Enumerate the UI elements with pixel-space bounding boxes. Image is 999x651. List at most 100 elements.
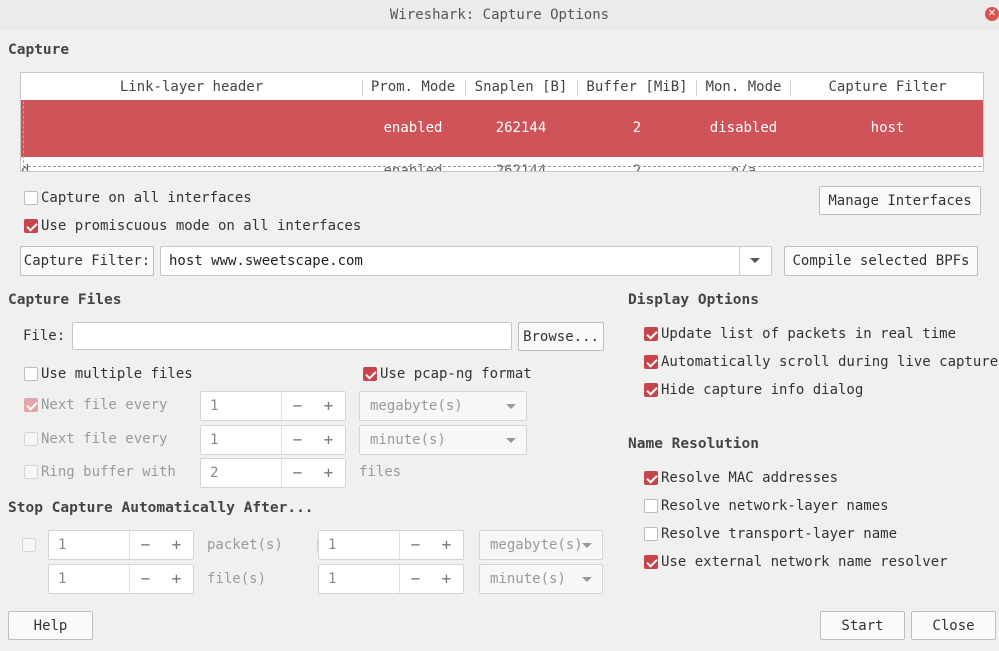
checkbox-box[interactable] bbox=[363, 367, 377, 381]
spinbox-value[interactable]: 1 bbox=[201, 392, 282, 420]
next-file-time-unit-select[interactable]: minute(s) bbox=[359, 425, 527, 455]
capture-filter-button[interactable]: Capture Filter: bbox=[20, 246, 154, 276]
minus-icon[interactable]: − bbox=[282, 392, 313, 420]
stop-packets-spinbox[interactable]: 1 − + bbox=[48, 530, 194, 560]
hide-capture-info-label: Hide capture info dialog bbox=[661, 382, 864, 398]
resolve-transport-checkbox[interactable]: Resolve transport-layer name bbox=[644, 526, 897, 542]
pcapng-format-label: Use pcap-ng format bbox=[380, 366, 532, 382]
ring-buffer-checkbox[interactable]: Ring buffer with bbox=[24, 464, 176, 480]
column-header-prom-mode[interactable]: Prom. Mode bbox=[363, 73, 463, 101]
checkbox-box[interactable] bbox=[644, 471, 658, 485]
capture-all-interfaces-checkbox[interactable]: Capture on all interfaces bbox=[24, 190, 252, 206]
minus-icon[interactable]: − bbox=[400, 565, 431, 593]
plus-icon[interactable]: + bbox=[161, 531, 192, 559]
file-path-input[interactable] bbox=[72, 322, 512, 350]
ring-buffer-label: Ring buffer with bbox=[41, 464, 176, 480]
stop-time-spinbox[interactable]: 1 − + bbox=[318, 564, 464, 594]
stop-size-spinbox[interactable]: 1 − + bbox=[318, 530, 464, 560]
checkbox-box[interactable] bbox=[24, 219, 38, 233]
column-header-link-layer[interactable]: Link-layer header bbox=[21, 73, 362, 101]
plus-icon[interactable]: + bbox=[313, 426, 344, 454]
stop-files-spinbox[interactable]: 1 − + bbox=[48, 564, 194, 594]
window-close-icon[interactable]: ✕ bbox=[985, 7, 999, 21]
select-value: megabyte(s) bbox=[370, 398, 463, 414]
capture-filter-input[interactable]: host www.sweetscape.com bbox=[169, 253, 363, 269]
column-header-snaplen[interactable]: Snaplen [B] bbox=[466, 73, 576, 101]
checkbox-box[interactable] bbox=[644, 355, 658, 369]
start-button[interactable]: Start bbox=[820, 611, 905, 640]
column-header-capture-filter[interactable]: Capture Filter bbox=[791, 73, 983, 101]
name-resolution-section-title: Name Resolution bbox=[628, 436, 759, 452]
use-multiple-files-checkbox[interactable]: Use multiple files bbox=[24, 366, 193, 382]
spinbox-value[interactable]: 1 bbox=[319, 565, 400, 593]
next-file-size-spinbox[interactable]: 1 − + bbox=[200, 391, 346, 421]
plus-icon[interactable]: + bbox=[313, 459, 344, 487]
interfaces-table[interactable]: Link-layer header Prom. Mode Snaplen [B]… bbox=[20, 72, 984, 172]
checkbox-box[interactable] bbox=[644, 327, 658, 341]
pcapng-format-checkbox[interactable]: Use pcap-ng format bbox=[363, 366, 532, 382]
help-button[interactable]: Help bbox=[8, 611, 93, 640]
stop-time-unit-select[interactable]: minute(s) bbox=[479, 564, 603, 594]
spinbox-value[interactable]: 1 bbox=[49, 531, 130, 559]
auto-scroll-checkbox[interactable]: Automatically scroll during live capture bbox=[644, 354, 998, 370]
compile-bpfs-button[interactable]: Compile selected BPFs bbox=[784, 246, 978, 276]
checkbox-box[interactable] bbox=[24, 432, 38, 446]
next-file-size-checkbox[interactable]: Next file every bbox=[24, 397, 167, 413]
chevron-down-icon[interactable] bbox=[739, 247, 771, 275]
next-file-time-spinbox[interactable]: 1 − + bbox=[200, 425, 346, 455]
next-file-size-label: Next file every bbox=[41, 397, 168, 413]
minus-icon[interactable]: − bbox=[282, 426, 313, 454]
table-row[interactable]: d enabled 262144 2 n/a bbox=[21, 158, 983, 171]
table-row-selected[interactable]: enabled 262144 2 disabled host www.sweet… bbox=[21, 100, 983, 157]
checkbox-box[interactable] bbox=[24, 398, 38, 412]
chevron-down-icon bbox=[582, 577, 592, 582]
checkbox-box[interactable] bbox=[644, 527, 658, 541]
minus-icon[interactable]: − bbox=[130, 531, 161, 559]
stop-packets-checkbox[interactable] bbox=[22, 538, 36, 552]
checkbox-box[interactable] bbox=[644, 383, 658, 397]
capture-all-interfaces-label: Capture on all interfaces bbox=[41, 190, 252, 206]
plus-icon[interactable]: + bbox=[161, 565, 192, 593]
external-resolver-checkbox[interactable]: Use external network name resolver bbox=[644, 554, 948, 570]
cell-prom-mode: enabled bbox=[383, 120, 443, 136]
plus-icon[interactable]: + bbox=[431, 531, 462, 559]
stop-size-unit-select[interactable]: megabyte(s) bbox=[479, 530, 603, 560]
manage-interfaces-button[interactable]: Manage Interfaces bbox=[819, 186, 981, 215]
next-file-time-checkbox[interactable]: Next file every bbox=[24, 431, 167, 447]
ring-buffer-spinbox[interactable]: 2 − + bbox=[200, 458, 346, 488]
checkbox-box[interactable] bbox=[24, 367, 38, 381]
spinbox-value[interactable]: 1 bbox=[49, 565, 130, 593]
resolve-mac-checkbox[interactable]: Resolve MAC addresses bbox=[644, 470, 838, 486]
promiscuous-mode-checkbox[interactable]: Use promiscuous mode on all interfaces bbox=[24, 218, 361, 234]
close-button[interactable]: Close bbox=[911, 611, 996, 640]
plus-icon[interactable]: + bbox=[313, 392, 344, 420]
plus-icon[interactable]: + bbox=[431, 565, 462, 593]
hide-capture-info-checkbox[interactable]: Hide capture info dialog bbox=[644, 382, 863, 398]
browse-button[interactable]: Browse... bbox=[518, 322, 604, 351]
window-titlebar: Wireshark: Capture Options bbox=[0, 0, 999, 30]
column-header-mon-mode[interactable]: Mon. Mode bbox=[697, 73, 790, 101]
stop-packets-unit-label: packet(s) bbox=[207, 537, 283, 553]
column-header-buffer[interactable]: Buffer [MiB] bbox=[578, 73, 696, 101]
update-list-realtime-checkbox[interactable]: Update list of packets in real time bbox=[644, 326, 956, 342]
spinbox-value[interactable]: 1 bbox=[319, 531, 400, 559]
minus-icon[interactable]: − bbox=[130, 565, 161, 593]
resolve-network-label: Resolve network-layer names bbox=[661, 498, 889, 514]
spinbox-value[interactable]: 2 bbox=[201, 459, 282, 487]
checkbox-box[interactable] bbox=[644, 499, 658, 513]
spinbox-value[interactable]: 1 bbox=[201, 426, 282, 454]
checkbox-box[interactable] bbox=[24, 191, 38, 205]
minus-icon[interactable]: − bbox=[400, 531, 431, 559]
capture-filter-combobox[interactable]: host www.sweetscape.com bbox=[160, 246, 772, 276]
chevron-down-icon bbox=[582, 543, 592, 548]
checkbox-box[interactable] bbox=[644, 555, 658, 569]
stop-files-unit-label: file(s) bbox=[207, 571, 267, 587]
file-label: File: bbox=[23, 328, 66, 344]
next-file-time-label: Next file every bbox=[41, 431, 168, 447]
cell-buffer: 2 bbox=[632, 120, 642, 136]
next-file-size-unit-select[interactable]: megabyte(s) bbox=[359, 391, 527, 421]
minus-icon[interactable]: − bbox=[282, 459, 313, 487]
interfaces-table-header: Link-layer header Prom. Mode Snaplen [B]… bbox=[21, 73, 983, 101]
checkbox-box[interactable] bbox=[24, 465, 38, 479]
resolve-network-checkbox[interactable]: Resolve network-layer names bbox=[644, 498, 889, 514]
